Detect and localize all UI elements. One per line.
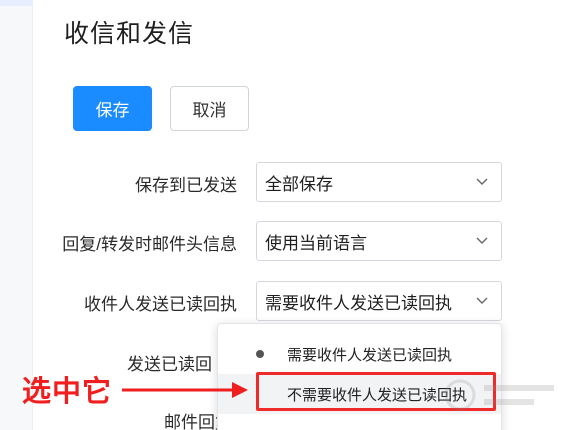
setting-label-save-to-sent: 保存到已发送 (135, 176, 237, 195)
read-receipt-select[interactable]: 需要收件人发送已读回执 (256, 281, 502, 321)
setting-label-reply-header: 回复/转发时邮件头信息 (62, 235, 237, 254)
select-value: 需要收件人发送已读回执 (265, 293, 452, 313)
setting-label-send-read-receipt: 发送已读回 (127, 355, 212, 374)
annotation-arrow-icon (122, 382, 248, 398)
save-to-sent-select[interactable]: 全部保存 (256, 162, 502, 202)
setting-label-read-receipt: 收件人发送已读回执 (84, 295, 237, 314)
sidebar-active-item[interactable] (0, 0, 33, 6)
dot-icon (256, 350, 264, 358)
chevron-down-icon (471, 171, 493, 193)
select-value: 全部保存 (265, 174, 333, 194)
cancel-button[interactable]: 取消 (170, 86, 249, 131)
reply-header-select[interactable]: 使用当前语言 (256, 221, 502, 261)
select-value: 使用当前语言 (265, 233, 367, 253)
chevron-down-icon (471, 230, 493, 252)
annotation-label: 选中它 (22, 376, 113, 408)
watermark-logo-icon (444, 379, 554, 411)
dropdown-option-require-receipt[interactable]: 需要收件人发送已读回执 (218, 334, 501, 374)
page-title: 收信和发信 (64, 20, 195, 48)
save-button[interactable]: 保存 (73, 86, 152, 131)
option-label: 需要收件人发送已读回执 (287, 346, 453, 364)
chevron-down-icon (471, 290, 493, 312)
left-sidebar (0, 0, 33, 430)
